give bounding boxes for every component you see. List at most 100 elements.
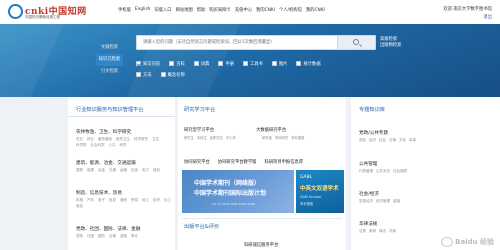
topic-sub[interactable]: 行政管理 [359, 169, 373, 174]
cnki-logo[interactable]: cnki中国知网 中国知识基础设施工程 [8, 4, 92, 21]
category-sub[interactable]: 电力 [142, 168, 149, 173]
category-sub[interactable]: 法律 [109, 234, 116, 239]
category-sub[interactable]: 贸易 [131, 198, 138, 203]
platform-sub[interactable]: 本科生 [197, 135, 207, 140]
category-sub[interactable]: 石油 [131, 168, 138, 173]
scope-encyclopedia[interactable]: 百科 [169, 61, 185, 67]
platform-sub[interactable]: 研究生 [184, 135, 194, 140]
category-sub[interactable]: 运输 [120, 168, 127, 173]
category-sub[interactable]: 卫生 [152, 137, 159, 142]
integrity-link[interactable]: 科研诚信服务平台 [244, 242, 278, 248]
category-sub[interactable]: 纺织 [153, 198, 160, 203]
logout-link[interactable]: 退出 [443, 14, 492, 20]
nav-old-version[interactable]: 旧版入口 [154, 7, 171, 13]
tab-literature-search[interactable]: 文献检索 [96, 42, 123, 54]
scope-method[interactable]: 方法 [136, 72, 152, 78]
big-data-link[interactable]: 大数据研究平台 [256, 127, 286, 133]
category-sub[interactable]: 汽车 [87, 198, 94, 203]
category-sub[interactable]: 通信 [120, 198, 127, 203]
topic-sub[interactable]: 案例 [369, 229, 376, 234]
category-sub[interactable]: 社团 [87, 234, 94, 239]
nav-buy-card[interactable]: 购买知网卡 [209, 7, 230, 13]
topic-link[interactable]: 党政/公共专题 [359, 130, 388, 136]
category-sub[interactable]: 社会科学 [91, 143, 105, 148]
scholar-banner[interactable]: GABL 中英文双语学术 CNKI Scholar 学术搜索 [296, 170, 344, 213]
research-learning-link[interactable]: 研究型学习平台 [184, 127, 214, 133]
platform-sub[interactable]: 研究者 [262, 135, 272, 140]
search-button[interactable] [337, 36, 375, 49]
category-sub[interactable]: 科学院 [76, 143, 87, 148]
scope-statistics[interactable]: 统计数据 [296, 61, 321, 67]
category-sub[interactable]: 人口 [109, 143, 116, 148]
project-info-link[interactable]: 科研项目申报信息库 [264, 159, 303, 165]
topic-sub[interactable]: 社会 [379, 138, 386, 143]
category-title[interactable]: 农林牧渔、卫生、科学研究 [76, 129, 171, 135]
category-title[interactable]: 制造、信息技术、贸易 [76, 190, 171, 196]
nav-sitemap[interactable]: 网站地图 [176, 7, 193, 13]
scope-handbook[interactable]: 手册 [218, 61, 234, 67]
category-sub[interactable]: 机械 [76, 198, 83, 203]
category-title[interactable]: 建筑、能源、冶金、交通运输 [76, 160, 171, 166]
category-sub[interactable]: 党政 [76, 234, 83, 239]
platform-sub[interactable]: 中小学 [226, 135, 236, 140]
category-sub[interactable]: 煤炭 [153, 168, 160, 173]
scope-reference-book[interactable]: 工具书 [242, 61, 263, 67]
category-sub[interactable]: 能源 [87, 168, 94, 173]
category-sub[interactable]: 畜牧兽医 [98, 137, 112, 142]
nav-my-cnki[interactable]: 我的CNKI [256, 7, 275, 13]
category-sub[interactable]: 林业 [87, 137, 94, 142]
category-title[interactable]: 党政、社团、国防、法律、金融 [76, 226, 171, 232]
nav-help[interactable]: 帮助 [197, 7, 206, 13]
category-sub[interactable]: 审计 [131, 234, 138, 239]
scope-images[interactable]: 图片 [271, 61, 287, 67]
nav-personal-library[interactable]: 个人/机构馆 [279, 7, 302, 13]
nav-english[interactable]: English [135, 7, 151, 13]
topic-sub[interactable]: 金融 [393, 199, 400, 204]
category-sub[interactable]: 信息 [109, 198, 116, 203]
category-sub[interactable]: 研究 [120, 143, 127, 148]
topic-link[interactable]: 公共管理 [359, 161, 377, 167]
category-sub[interactable]: 建筑 [76, 168, 83, 173]
topic-sub[interactable]: 律法 [379, 229, 386, 234]
topic-link[interactable]: 社会/经济 [359, 191, 379, 197]
category-sub[interactable]: 医药卫生 [116, 137, 130, 142]
platform-sub[interactable]: 学科课题 [291, 135, 304, 140]
topic-sub[interactable]: 法律 [389, 138, 396, 143]
category-sub[interactable]: 冶金 [98, 168, 105, 173]
nav-my-cnki-2[interactable]: 我的CNKI [306, 7, 325, 13]
topic-sub[interactable]: 社会保障 [393, 169, 407, 174]
scope-dictionary[interactable]: 词典 [193, 61, 209, 67]
collab-teaching-link[interactable]: 协同研究平台教学版 [218, 159, 257, 165]
category-sub[interactable]: 食品 [76, 204, 83, 209]
publication-search-link[interactable]: 出版物检索 [380, 43, 401, 49]
platform-sub[interactable]: 高职学生 [210, 135, 223, 140]
collab-research-link[interactable]: 协同研究平台 [184, 159, 210, 165]
scope-qa[interactable]: 知识问答 [136, 61, 160, 67]
topic-sub[interactable]: 法规 [359, 229, 366, 234]
platform-sub[interactable]: 学科研究 [275, 135, 288, 140]
journal-banner[interactable]: 中国学术期刊（网络版） 中国学术期刊国际出版计划 CA 11-5555 ISSN… [182, 170, 294, 213]
topic-sub[interactable]: 军事 [409, 138, 416, 143]
category-sub[interactable]: 科学研究 [134, 137, 148, 142]
category-sub[interactable]: 轻工 [142, 198, 149, 203]
category-sub[interactable]: 电子 [98, 198, 105, 203]
scope-concept[interactable]: 概念名称 [160, 72, 185, 78]
category-sub[interactable]: 国防 [98, 234, 105, 239]
category-sub[interactable]: 交通 [109, 168, 116, 173]
nav-recharge[interactable]: 充值中心 [235, 7, 252, 13]
nav-mobile[interactable]: 手机版 [118, 7, 131, 13]
topic-link[interactable]: 华律法规 [359, 221, 377, 227]
category-sub[interactable]: 金融 [120, 234, 127, 239]
topic-sub[interactable]: 党政 [359, 138, 366, 143]
topic-sub[interactable]: 经济 [369, 138, 376, 143]
tab-citation-search[interactable]: 引文检索 [96, 66, 123, 78]
search-input[interactable] [137, 36, 335, 49]
topic-sub[interactable]: 经济管理 [376, 199, 390, 204]
category-sub[interactable]: 农业 [76, 137, 83, 142]
tab-knowledge-search[interactable]: 知识元检索 [96, 54, 123, 66]
topic-sub[interactable]: 宏观经济 [359, 199, 373, 204]
topic-sub[interactable]: 文化 [399, 138, 406, 143]
topic-sub[interactable]: 学案 [389, 229, 396, 234]
category-sub[interactable]: 化工 [164, 198, 171, 203]
topic-sub[interactable]: 公共安全 [376, 169, 390, 174]
